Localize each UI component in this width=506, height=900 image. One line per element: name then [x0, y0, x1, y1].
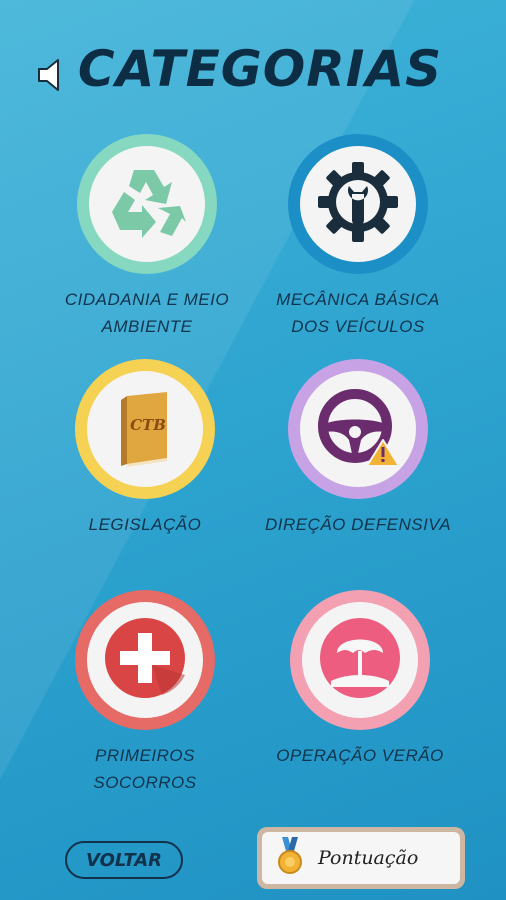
category-badge	[288, 359, 428, 499]
score-label: Pontuação	[318, 847, 419, 869]
medal-icon	[276, 836, 304, 880]
category-direcao-defensiva[interactable]: DIREÇÃO DEFENSIVA	[258, 359, 458, 538]
category-operacao-verao[interactable]: OPERAÇÃO VERÃO	[260, 590, 460, 769]
first-aid-cross-icon	[102, 615, 188, 706]
category-label: MECÂNICA BÁSICA DOS VEÍCULOS	[276, 290, 440, 336]
category-badge	[77, 134, 217, 274]
category-label: LEGISLAÇÃO	[88, 515, 202, 534]
category-badge	[288, 134, 428, 274]
category-badge	[75, 590, 215, 730]
category-primeiros-socorros[interactable]: PRIMEIROS SOCORROS	[45, 590, 245, 796]
category-label: OPERAÇÃO VERÃO	[276, 746, 444, 765]
recycle-icon	[104, 162, 190, 247]
score-button[interactable]: Pontuação	[257, 827, 465, 889]
page-title: CATEGORIAS	[77, 40, 443, 98]
category-badge: CTB	[75, 359, 215, 499]
category-mecanica[interactable]: MECÂNICA BÁSICA DOS VEÍCULOS	[258, 134, 458, 340]
wrench-gear-icon	[316, 160, 400, 249]
back-button[interactable]: VOLTAR	[65, 841, 183, 879]
category-badge	[290, 590, 430, 730]
category-label: PRIMEIROS SOCORROS	[93, 746, 197, 792]
category-cidadania[interactable]: CIDADANIA E MEIO AMBIENTE	[47, 134, 247, 340]
beach-umbrella-icon	[317, 615, 403, 706]
category-legislacao[interactable]: CTB LEGISLAÇÃO	[45, 359, 245, 538]
ctb-book-icon: CTB	[115, 390, 175, 468]
category-label: DIREÇÃO DEFENSIVA	[264, 515, 452, 534]
book-title: CTB	[130, 416, 166, 434]
category-label: CIDADANIA E MEIO AMBIENTE	[64, 290, 230, 336]
steering-wheel-warning-icon	[313, 384, 403, 475]
